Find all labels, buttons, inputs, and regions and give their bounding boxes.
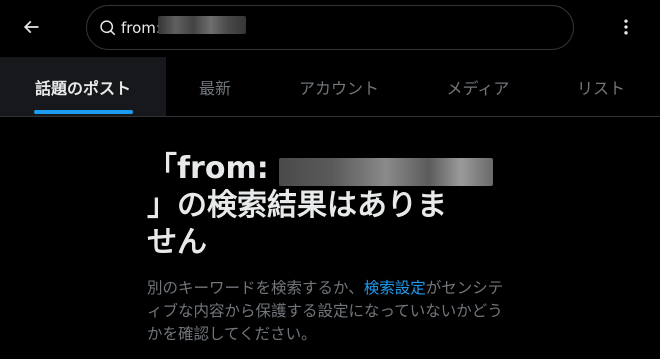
more-options-button[interactable]: [608, 12, 644, 46]
search-header: [0, 0, 660, 56]
tab-media[interactable]: メディア: [414, 57, 542, 116]
title-line-1: 「from:: [147, 151, 269, 186]
back-arrow-icon: [21, 17, 41, 41]
tab-label: リスト: [576, 78, 625, 98]
title-query-redacted: [279, 158, 493, 186]
title-line-2: 」の検索結果はありま: [147, 188, 447, 223]
search-icon: [99, 19, 117, 37]
search-query-redacted: [158, 16, 246, 34]
tab-accounts[interactable]: アカウント: [264, 57, 414, 116]
desc-text-before: 別のキーワードを検索するか、: [147, 279, 364, 297]
tab-latest[interactable]: 最新: [166, 57, 264, 116]
tab-label: メディア: [446, 78, 510, 98]
empty-result-description: 別のキーワードを検索するか、検索設定がセンシティブな内容から保護する設定になって…: [147, 277, 517, 346]
tab-label: アカウント: [298, 78, 379, 98]
empty-result: 「from: 」の検索結果はありま せん 別のキーワードを検索するか、検索設定が…: [147, 150, 517, 343]
active-tab-indicator: [34, 110, 133, 114]
tab-lists[interactable]: リスト: [542, 57, 660, 116]
more-vertical-icon: [616, 17, 636, 41]
search-tabs: 話題のポスト 最新 アカウント メディア リスト: [0, 57, 660, 117]
tab-top-posts[interactable]: 話題のポスト: [0, 57, 166, 116]
tab-label: 最新: [198, 78, 231, 98]
title-line-3: せん: [147, 225, 207, 260]
search-settings-link[interactable]: 検索設定: [364, 279, 426, 297]
back-button[interactable]: [14, 12, 48, 46]
tab-label: 話題のポスト: [34, 78, 131, 98]
